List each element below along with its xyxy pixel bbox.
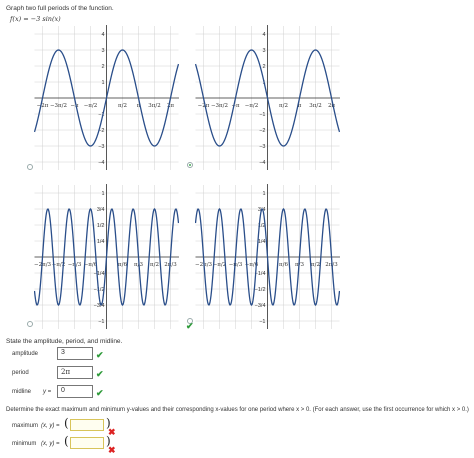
midline-label: midline bbox=[12, 389, 32, 395]
y-tick-label: 1 bbox=[101, 80, 104, 86]
y-tick-label: −3 bbox=[259, 144, 265, 150]
graph-1-svg: xy−2π−3π/2−π−π/2π/2π3π/22π4321−1−2−3−4 bbox=[34, 25, 179, 170]
minimum-cross-icon: ✖ bbox=[108, 445, 116, 455]
y-tick-label: 4 bbox=[262, 32, 265, 38]
amplitude-check-icon: ✔ bbox=[96, 350, 104, 360]
minimum-input[interactable] bbox=[70, 437, 104, 449]
x-tick-label: −π bbox=[70, 103, 79, 109]
y-tick-label: −4 bbox=[259, 160, 265, 166]
graph-option-1[interactable]: xy−2π−3π/2−π−π/2π/2π3π/22π4321−1−2−3−4 bbox=[34, 25, 179, 171]
radio-graph-1[interactable] bbox=[27, 164, 33, 170]
y-tick-label: −3/4 bbox=[94, 303, 105, 309]
x-tick-label: −2π bbox=[198, 103, 210, 109]
part2-prompt: State the amplitude, period, and midline… bbox=[6, 338, 123, 345]
x-tick-label: −π/2 bbox=[213, 262, 227, 268]
x-tick-label: −2π bbox=[37, 103, 49, 109]
x-tick-label: π/6 bbox=[118, 262, 127, 268]
graph-option-4[interactable]: xy−2π/3−π/2−π/3−π/6π/6π/3π/22π/313/41/21… bbox=[195, 184, 340, 330]
y-tick-label: 3/4 bbox=[97, 207, 105, 213]
period-label: period bbox=[12, 370, 29, 376]
graph-option-3[interactable]: xy−2π/3−π/2−π/3−π/6π/6π/3π/22π/313/41/21… bbox=[34, 184, 179, 330]
y-tick-label: −1/4 bbox=[94, 271, 105, 277]
x-tick-label: −π/2 bbox=[245, 103, 259, 109]
y-tick-label: 1/2 bbox=[97, 223, 105, 229]
x-tick-label: −2π/3 bbox=[34, 262, 52, 268]
x-tick-label: −π/3 bbox=[229, 262, 243, 268]
graph-prompt: Graph two full periods of the function. bbox=[6, 5, 114, 12]
y-tick-label: −2 bbox=[259, 128, 265, 134]
period-input[interactable]: 2π bbox=[57, 366, 93, 379]
y-tick-label: −1 bbox=[98, 319, 104, 325]
y-tick-label: 3 bbox=[262, 48, 265, 54]
midline-prefix: y = bbox=[43, 389, 52, 395]
function-label: f(x) = −3 sin(x) bbox=[10, 15, 61, 23]
graph-2-svg: xy−2π−3π/2−π−π/2π/2π3π/22π4321−1−2−3−4 bbox=[195, 25, 340, 170]
midline-input[interactable]: 0 bbox=[57, 385, 93, 398]
x-tick-label: 2π/3 bbox=[164, 262, 177, 268]
amplitude-label: amplitude bbox=[12, 351, 39, 357]
x-tick-label: π/2 bbox=[118, 103, 127, 109]
radio-graph-2[interactable] bbox=[187, 162, 193, 168]
radio-graph-3[interactable] bbox=[27, 321, 33, 327]
x-tick-label: −π/2 bbox=[84, 103, 98, 109]
x-tick-label: −3π/2 bbox=[211, 103, 228, 109]
y-tick-label: 1 bbox=[262, 191, 265, 197]
graph-correct-check-icon: ✔ bbox=[186, 321, 194, 331]
y-tick-label: 1/4 bbox=[258, 239, 266, 245]
y-tick-label: −3 bbox=[98, 144, 104, 150]
part3-prompt: Determine the exact maximum and minimum … bbox=[6, 407, 469, 413]
y-tick-label: 1 bbox=[101, 191, 104, 197]
y-tick-label: −1 bbox=[259, 112, 265, 118]
graph-4-svg: xy−2π/3−π/2−π/3−π/6π/6π/3π/22π/313/41/21… bbox=[195, 184, 340, 329]
y-tick-label: 2 bbox=[101, 64, 104, 70]
graph-option-2[interactable]: xy−2π−3π/2−π−π/2π/2π3π/22π4321−1−2−3−4 bbox=[195, 25, 340, 171]
x-tick-label: π/2 bbox=[311, 262, 320, 268]
maximum-label: maximum bbox=[12, 423, 39, 429]
y-tick-label: −1 bbox=[259, 319, 265, 325]
maximum-open-paren: ( bbox=[64, 416, 69, 430]
midline-check-icon: ✔ bbox=[96, 388, 104, 398]
y-tick-label: 4 bbox=[101, 32, 104, 38]
x-tick-label: π/6 bbox=[279, 262, 288, 268]
minimum-open-paren: ( bbox=[64, 434, 69, 448]
y-tick-label: −1/2 bbox=[255, 287, 266, 293]
maximum-prefix: (x, y) = bbox=[41, 423, 60, 429]
maximum-input[interactable] bbox=[70, 419, 104, 431]
x-tick-label: 3π/2 bbox=[309, 103, 321, 109]
x-tick-label: π/2 bbox=[279, 103, 288, 109]
x-tick-label: −3π/2 bbox=[50, 103, 67, 109]
y-tick-label: 3 bbox=[101, 48, 104, 54]
period-check-icon: ✔ bbox=[96, 369, 104, 379]
x-tick-label: π/2 bbox=[150, 262, 159, 268]
amplitude-input[interactable]: 3 bbox=[57, 347, 93, 360]
graph-3-svg: xy−2π/3−π/2−π/3−π/6π/6π/3π/22π/313/41/21… bbox=[34, 184, 179, 329]
minimum-label: minimum bbox=[12, 441, 37, 447]
y-tick-label: −4 bbox=[98, 160, 104, 166]
y-tick-label: −3/4 bbox=[255, 303, 266, 309]
x-tick-label: 3π/2 bbox=[148, 103, 160, 109]
minimum-prefix: (x, y) = bbox=[41, 441, 60, 447]
y-tick-label: 2 bbox=[262, 64, 265, 70]
x-tick-label: π/3 bbox=[295, 262, 304, 268]
y-tick-label: 1/4 bbox=[97, 239, 105, 245]
